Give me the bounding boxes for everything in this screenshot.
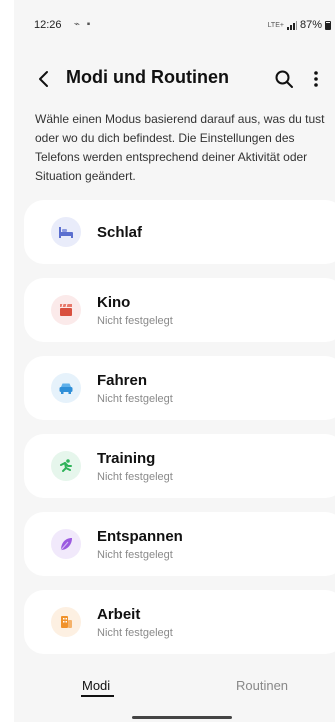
mode-name: Training [97,450,156,467]
tab-modi[interactable]: Modi [82,678,110,693]
more-vertical-icon [314,71,318,87]
page-title: Modi und Routinen [66,67,229,87]
clapperboard-icon [51,295,81,325]
mode-card-arbeit[interactable]: Arbeit Nicht festgelegt [24,590,335,654]
mode-name: Entspannen [97,528,183,545]
bottom-tab-bar: Modi Routinen [14,668,335,704]
search-icon [275,70,293,88]
chevron-left-icon [39,71,48,87]
battery-icon [325,20,331,30]
app-header: Modi und Routinen [14,64,335,94]
battery-percent: 87% [299,19,322,31]
notification-icons: ⌁ ▪ [74,19,93,30]
description-text: Wähle einen Modus basierend darauf aus, … [35,112,325,183]
building-icon [51,607,81,637]
tab-routinen[interactable]: Routinen [236,678,288,693]
mode-name: Kino [97,294,131,311]
mode-card-schlaf[interactable]: Schlaf [24,200,335,264]
search-button[interactable] [273,68,295,90]
mode-card-kino[interactable]: Kino Nicht festgelegt [24,278,335,342]
running-icon [51,451,81,481]
signal-icon [286,20,297,30]
mode-subtitle: Nicht festgelegt [97,315,173,327]
mode-card-training[interactable]: Training Nicht festgelegt [24,434,335,498]
mode-subtitle: Nicht festgelegt [97,471,173,483]
mode-card-fahren[interactable]: Fahren Nicht festgelegt [24,356,335,420]
back-button[interactable] [34,66,56,92]
mode-name: Schlaf [97,224,143,241]
bed-icon [51,217,81,247]
active-tab-indicator [81,695,114,697]
home-indicator [132,716,232,719]
car-icon [51,373,81,403]
network-type: LTE+ [267,21,284,29]
mode-name: Fahren [97,372,148,389]
mode-subtitle: Nicht festgelegt [97,549,173,561]
phone-screen: 12:26 ⌁ ▪ LTE+ 87% Modi und Routinen Wäh… [14,0,335,722]
mode-subtitle: Nicht festgelegt [97,627,173,639]
mode-card-entspannen[interactable]: Entspannen Nicht festgelegt [24,512,335,576]
status-time: 12:26 [34,19,62,31]
more-options-button[interactable] [309,68,323,90]
status-bar: 12:26 ⌁ ▪ LTE+ 87% [34,19,331,35]
status-right: LTE+ 87% [268,19,331,31]
leaf-icon [51,529,81,559]
mode-subtitle: Nicht festgelegt [97,393,173,405]
mode-name: Arbeit [97,606,141,623]
